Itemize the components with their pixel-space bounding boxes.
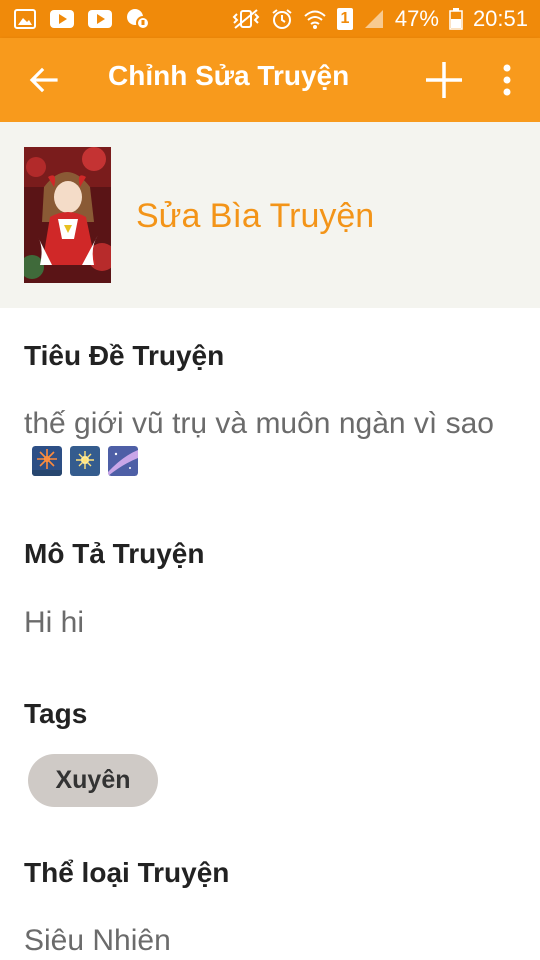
battery-percent: 47%: [394, 6, 439, 31]
story-category-field[interactable]: Siêu Nhiên: [24, 922, 171, 960]
story-category-heading: Thể loại Truyện: [24, 857, 230, 888]
sparkler-emoji-icon: [70, 446, 100, 476]
story-description-heading: Mô Tả Truyện: [24, 538, 205, 569]
signal-icon: [364, 10, 383, 28]
milky-way-emoji-icon: [108, 446, 138, 476]
app-notification-icon: [127, 9, 150, 30]
story-title-field[interactable]: thế giới vũ trụ và muôn ngàn vì sao: [24, 405, 494, 481]
back-arrow-icon[interactable]: [26, 62, 62, 98]
story-title-heading: Tiêu Đề Truyện: [24, 340, 225, 371]
story-title-value: thế giới vũ trụ và muôn ngàn vì sao: [24, 407, 494, 440]
more-options-icon[interactable]: [492, 62, 522, 98]
page-title: Chỉnh Sửa Truyện: [108, 60, 350, 91]
vibrate-mute-icon: [232, 9, 260, 29]
alarm-icon: [272, 9, 292, 29]
fireworks-emoji-icon: [32, 446, 62, 476]
app-bar: Chỉnh Sửa Truyện: [0, 38, 540, 122]
youtube-notification-icon: [50, 10, 74, 28]
clock: 20:51: [472, 6, 528, 31]
youtube-notification-icon-2: [88, 10, 112, 28]
status-bar: 1 47% 20:51: [0, 0, 540, 38]
cover-section: Sửa Bìa Truyện: [0, 122, 540, 308]
wifi-icon: [304, 10, 326, 29]
add-icon[interactable]: [424, 60, 464, 100]
tag-chip[interactable]: Xuyên: [28, 754, 158, 807]
edit-cover-button[interactable]: Sửa Bìa Truyện: [136, 197, 374, 236]
gallery-notification-icon: [14, 9, 36, 29]
tags-heading: Tags: [24, 698, 88, 729]
sim-slot-icon: 1: [336, 8, 353, 30]
story-description-field[interactable]: Hi hi: [24, 604, 84, 642]
story-cover-image[interactable]: [24, 147, 111, 283]
battery-icon: [449, 8, 463, 30]
